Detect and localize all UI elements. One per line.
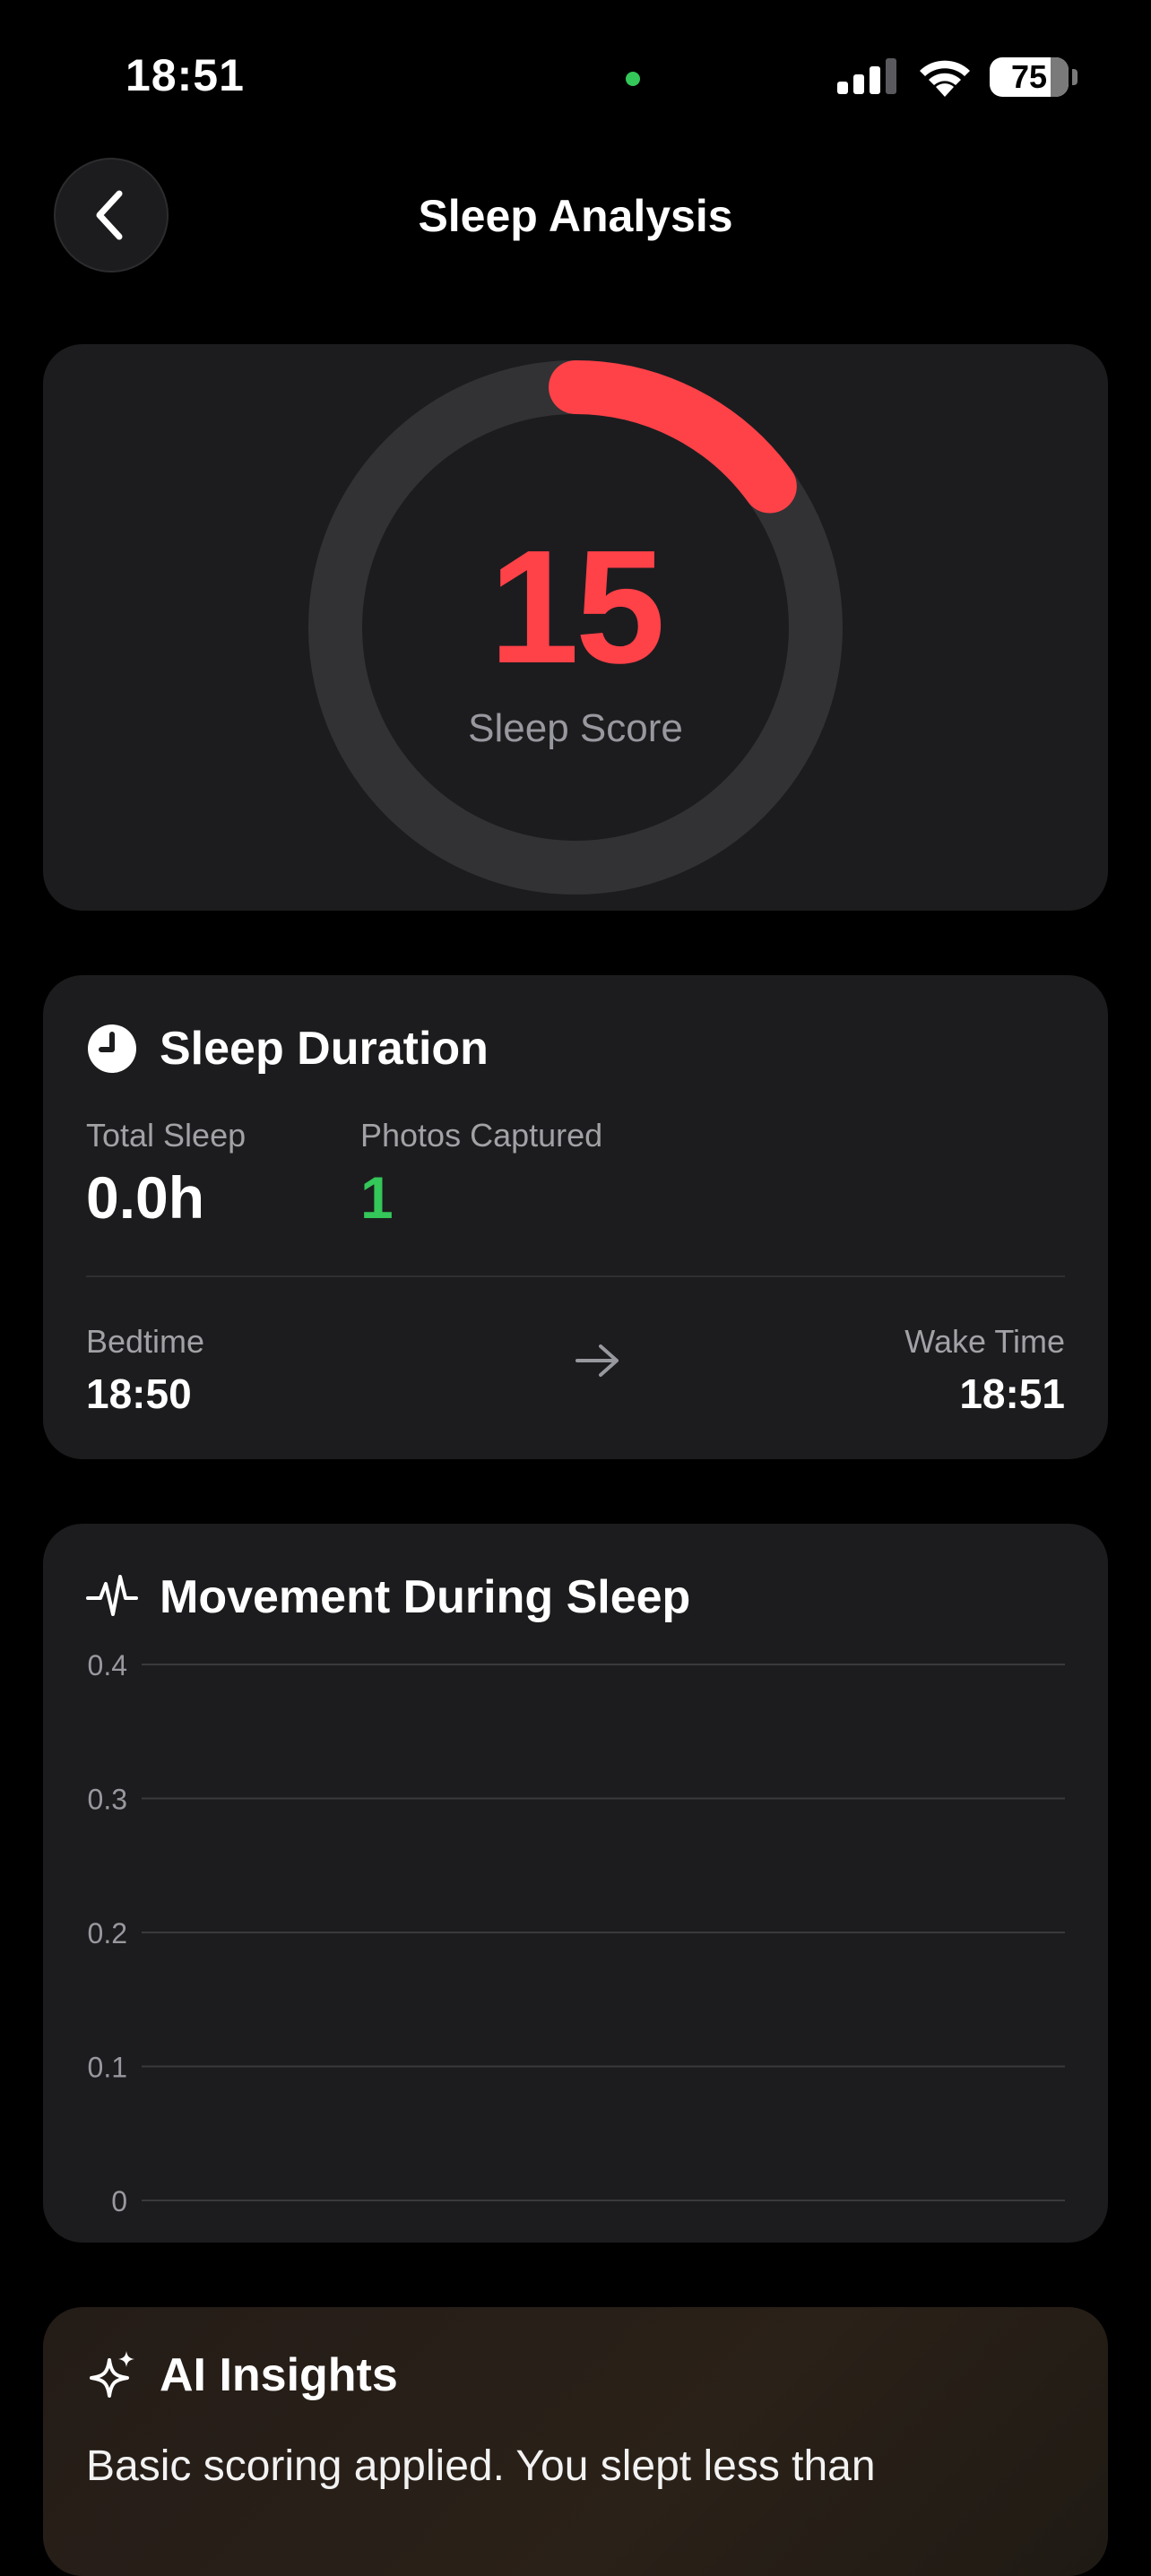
wifi-icon <box>920 60 970 97</box>
ai-insights-text: Basic scoring applied. You slept less th… <box>86 2442 876 2490</box>
sleep-duration-title: Sleep Duration <box>160 1023 489 1075</box>
bedtime-value: 18:50 <box>86 1370 192 1417</box>
ai-insights-title: AI Insights <box>160 2349 398 2401</box>
arrow-right-icon <box>576 1344 619 1377</box>
chart-y-tick-label: 0.1 <box>88 2052 127 2084</box>
status-bar: 18:51 75 <box>0 0 1151 152</box>
chart-y-tick-label: 0.3 <box>88 1784 127 1816</box>
clock-icon <box>86 1023 138 1075</box>
sparkles-icon <box>86 2349 138 2401</box>
sleep-score-label: Sleep Score <box>468 706 683 750</box>
sleep-score-value: 15 <box>489 517 665 697</box>
battery-level: 75 <box>1010 58 1048 95</box>
wake-time-value: 18:51 <box>959 1370 1065 1417</box>
bedtime-label: Bedtime <box>86 1323 205 1360</box>
photos-captured-value: 1 <box>360 1164 394 1231</box>
sleep-score-card: 15 Sleep Score <box>43 344 1108 911</box>
chart-y-tick-label: 0.2 <box>88 1917 127 1949</box>
privacy-indicator-dot <box>626 72 640 86</box>
wake-time-label: Wake Time <box>904 1323 1065 1360</box>
ai-insights-header: AI Insights <box>86 2348 398 2402</box>
sleep-duration-card: Sleep Duration Total Sleep 0.0h Photos C… <box>43 975 1108 1459</box>
ai-insights-card: AI Insights Basic scoring applied. You s… <box>43 2307 1108 2576</box>
page-title: Sleep Analysis <box>418 191 733 241</box>
chart-y-tick-label: 0.4 <box>88 1649 127 1681</box>
total-sleep-label: Total Sleep <box>86 1117 247 1154</box>
photos-captured-label: Photos Captured <box>360 1117 603 1154</box>
status-time: 18:51 <box>125 50 245 100</box>
battery-indicator: 75 <box>990 57 1069 97</box>
chart-y-tick-label: 0 <box>111 2185 127 2217</box>
divider <box>86 1275 1065 1277</box>
total-sleep-value: 0.0h <box>86 1164 205 1231</box>
movement-chart: 0.4 0.3 0.2 0.1 0 <box>88 1649 1065 2217</box>
sleep-duration-header: Sleep Duration <box>86 1022 489 1076</box>
cellular-signal-icon <box>837 58 896 94</box>
battery-nub <box>1072 69 1077 85</box>
movement-card: Movement During Sleep 0.4 0.3 0.2 0.1 0 <box>43 1524 1108 2243</box>
